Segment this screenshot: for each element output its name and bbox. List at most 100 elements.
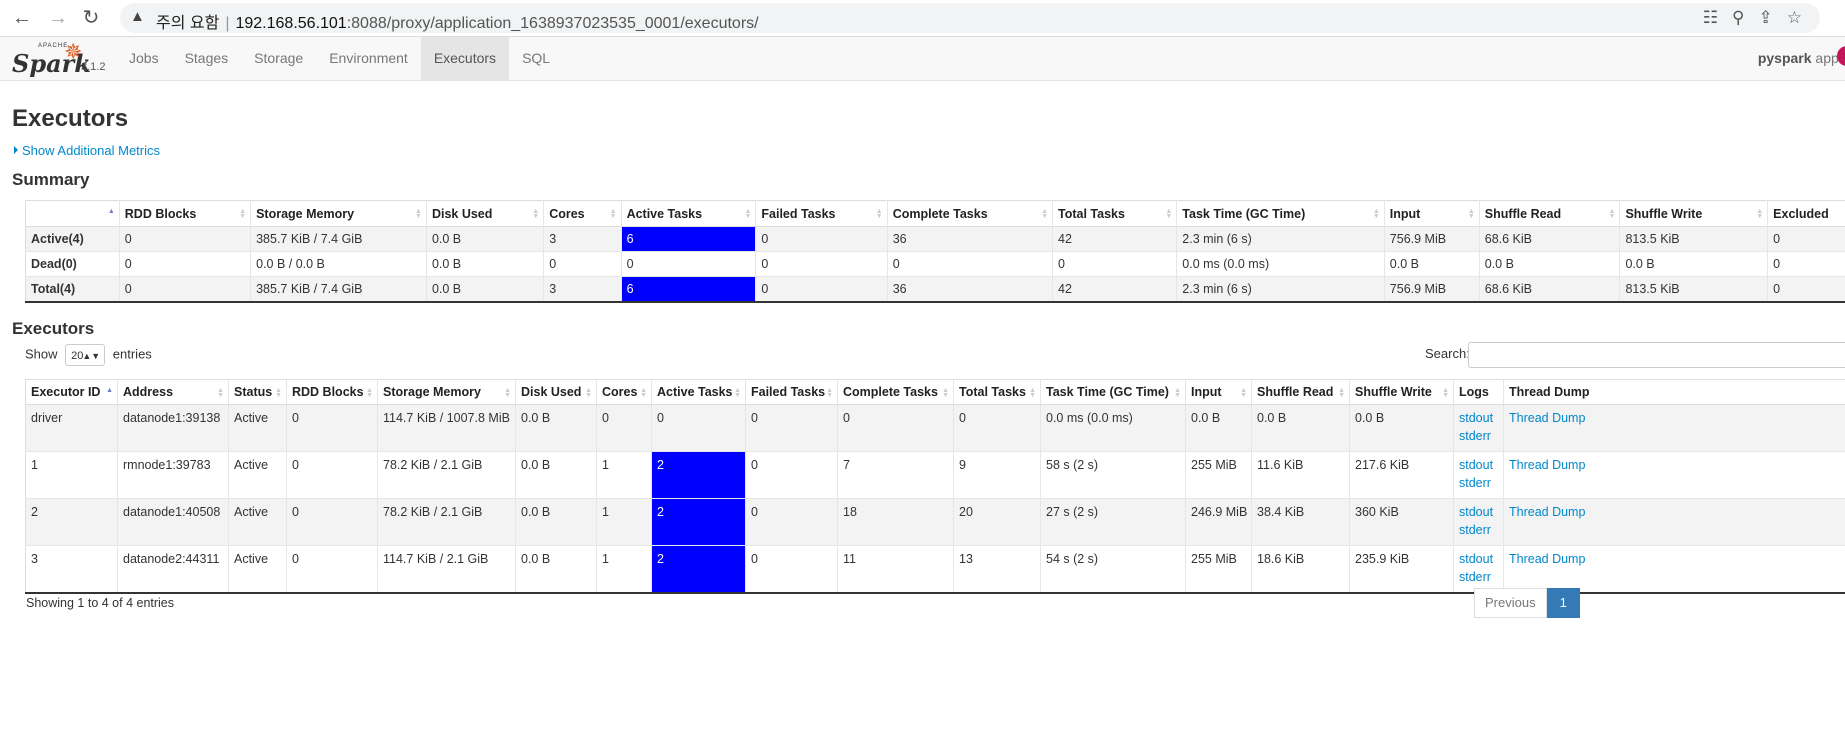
url-text[interactable]: 주의 요함 | 192.168.56.101:8088/proxy/applicat… [156,9,759,33]
select-arrows-icon: ▲▼ [82,351,101,361]
tab-sql[interactable]: SQL [509,37,563,80]
stderr-link[interactable]: stderr [1459,521,1498,539]
col-rdd-blocks[interactable]: RDD Blocks ▲ ▼ [286,379,378,405]
cell-shuffle-read: 0.0 B [1251,404,1350,452]
summary-col-complete-tasks[interactable]: Complete Tasks ▲ ▼ [887,200,1054,227]
address-bar[interactable]: ▲ 주의 요함 | 192.168.56.101:8088/proxy/applic… [120,3,1820,33]
col-status[interactable]: Status ▲ ▼ [228,379,287,405]
cell-total-tasks: 0 [953,404,1041,452]
summary-col-total-tasks[interactable]: Total Tasks ▲ ▼ [1052,200,1178,227]
col-address[interactable]: Address ▲ ▼ [117,379,229,405]
cell-input: 756.9 MiB [1384,276,1480,303]
thread-dump-link[interactable]: Thread Dump [1509,503,1845,521]
cell-executor-id: 1 [25,451,118,499]
cell-rdd-blocks: 0 [119,276,252,303]
cell-task-time: 0.0 ms (0.0 ms) [1040,404,1186,452]
col-storage-memory[interactable]: Storage Memory ▲ ▼ [377,379,516,405]
bookmark-star-icon[interactable]: ☆ [1787,8,1802,28]
cell-cores: 1 [596,498,652,546]
cell-active-tasks: 0 [651,404,746,452]
col-total-tasks[interactable]: Total Tasks ▲ ▼ [953,379,1041,405]
summary-col-disk-used[interactable]: Disk Used ▲ ▼ [426,200,545,227]
zoom-icon[interactable]: ⚲ [1732,8,1744,28]
summary-col-task-time[interactable]: Task Time (GC Time) ▲ ▼ [1176,200,1385,227]
previous-page-button[interactable]: Previous [1474,588,1547,618]
sort-icon: ▲ ▼ [1029,387,1036,399]
cell-total-tasks: 42 [1052,226,1178,252]
col-cores[interactable]: Cores ▲ ▼ [596,379,652,405]
tab-storage[interactable]: Storage [241,37,316,80]
cell-active-tasks: 6 [621,276,757,303]
summary-col-excluded[interactable]: Excluded [1767,200,1845,227]
col-executor-id[interactable]: Executor ID ▲ [25,379,118,405]
cell-rdd-blocks: 0 [286,451,378,499]
summary-col-label[interactable]: ▲ [25,200,120,227]
col-failed-tasks[interactable]: Failed Tasks ▲ ▼ [745,379,838,405]
cell-task-time: 58 s (2 s) [1040,451,1186,499]
cell-status: Active [228,498,287,546]
stderr-link[interactable]: stderr [1459,474,1498,492]
col-logs[interactable]: Logs [1453,379,1504,405]
tab-jobs[interactable]: Jobs [116,37,172,80]
executors-table: Executor ID ▲ Address ▲ ▼ Status ▲ ▼ RDD Bloc… [25,379,1845,594]
search-input[interactable] [1468,342,1845,368]
summary-col-input[interactable]: Input ▲ ▼ [1384,200,1480,227]
col-disk-used[interactable]: Disk Used ▲ ▼ [515,379,597,405]
share-icon[interactable]: ⇪ [1759,8,1773,28]
tab-stages[interactable]: Stages [172,37,242,80]
page-size-select[interactable]: 20 ▲▼ [65,344,106,366]
summary-col-shuffle-read[interactable]: Shuffle Read ▲ ▼ [1479,200,1621,227]
cell-disk-used: 0.0 B [515,545,597,594]
col-shuffle-read[interactable]: Shuffle Read ▲ ▼ [1251,379,1350,405]
cell-task-time: 0.0 ms (0.0 ms) [1176,251,1385,277]
col-input[interactable]: Input ▲ ▼ [1185,379,1252,405]
cell-thread-dump: Thread Dump [1503,545,1845,594]
stdout-link[interactable]: stdout [1459,550,1498,568]
col-shuffle-write[interactable]: Shuffle Write ▲ ▼ [1349,379,1454,405]
page-1-button[interactable]: 1 [1546,588,1580,618]
col-complete-tasks[interactable]: Complete Tasks ▲ ▼ [837,379,954,405]
cell-shuffle-write: 813.5 KiB [1619,276,1769,303]
cell-rdd-blocks: 0 [286,545,378,594]
cell-active-tasks: 2 [651,451,746,499]
cell-complete-tasks: 0 [887,251,1054,277]
summary-col-cores[interactable]: Cores ▲ ▼ [543,200,622,227]
stderr-link[interactable]: stderr [1459,568,1498,586]
summary-col-rdd-blocks[interactable]: RDD Blocks ▲ ▼ [119,200,252,227]
cell-executor-id: driver [25,404,118,452]
application-name: pyspark appli [1758,37,1845,80]
thread-dump-link[interactable]: Thread Dump [1509,409,1845,427]
stdout-link[interactable]: stdout [1459,503,1498,521]
summary-col-active-tasks[interactable]: Active Tasks ▲ ▼ [621,200,757,227]
cell-active-tasks: 0 [621,251,757,277]
cell-disk-used: 0.0 B [426,276,545,303]
summary-row-label: Dead(0) [25,251,120,277]
summary-col-storage-memory[interactable]: Storage Memory ▲ ▼ [250,200,427,227]
stderr-link[interactable]: stderr [1459,427,1498,445]
forward-arrow-icon[interactable]: → [46,6,70,30]
thread-dump-link[interactable]: Thread Dump [1509,456,1845,474]
cell-excluded: 0 [1767,226,1845,252]
show-additional-metrics-link[interactable]: Show Additional Metrics [14,143,160,158]
reload-icon[interactable]: ↻ [79,6,103,30]
cell-storage-memory: 78.2 KiB / 2.1 GiB [377,498,516,546]
stdout-link[interactable]: stdout [1459,409,1498,427]
tab-executors[interactable]: Executors [420,37,510,80]
tab-environment[interactable]: Environment [316,37,421,80]
stdout-link[interactable]: stdout [1459,456,1498,474]
col-thread-dump[interactable]: Thread Dump [1503,379,1845,405]
showing-entries-text: Showing 1 to 4 of 4 entries [26,596,175,610]
summary-col-shuffle-write[interactable]: Shuffle Write ▲ ▼ [1619,200,1769,227]
translate-icon[interactable]: ☷ [1703,8,1718,28]
thread-dump-link[interactable]: Thread Dump [1509,550,1845,568]
cell-rdd-blocks: 0 [119,226,252,252]
cell-cores: 0 [543,251,622,277]
back-arrow-icon[interactable]: ← [10,6,34,30]
warning-triangle-icon[interactable]: ▲ [130,8,145,25]
cell-active-tasks: 2 [651,545,746,594]
summary-col-failed-tasks[interactable]: Failed Tasks ▲ ▼ [755,200,888,227]
cell-address: datanode2:44311 [117,545,229,594]
col-active-tasks[interactable]: Active Tasks ▲ ▼ [651,379,746,405]
col-task-time[interactable]: Task Time (GC Time) ▲ ▼ [1040,379,1186,405]
cell-rdd-blocks: 0 [286,498,378,546]
